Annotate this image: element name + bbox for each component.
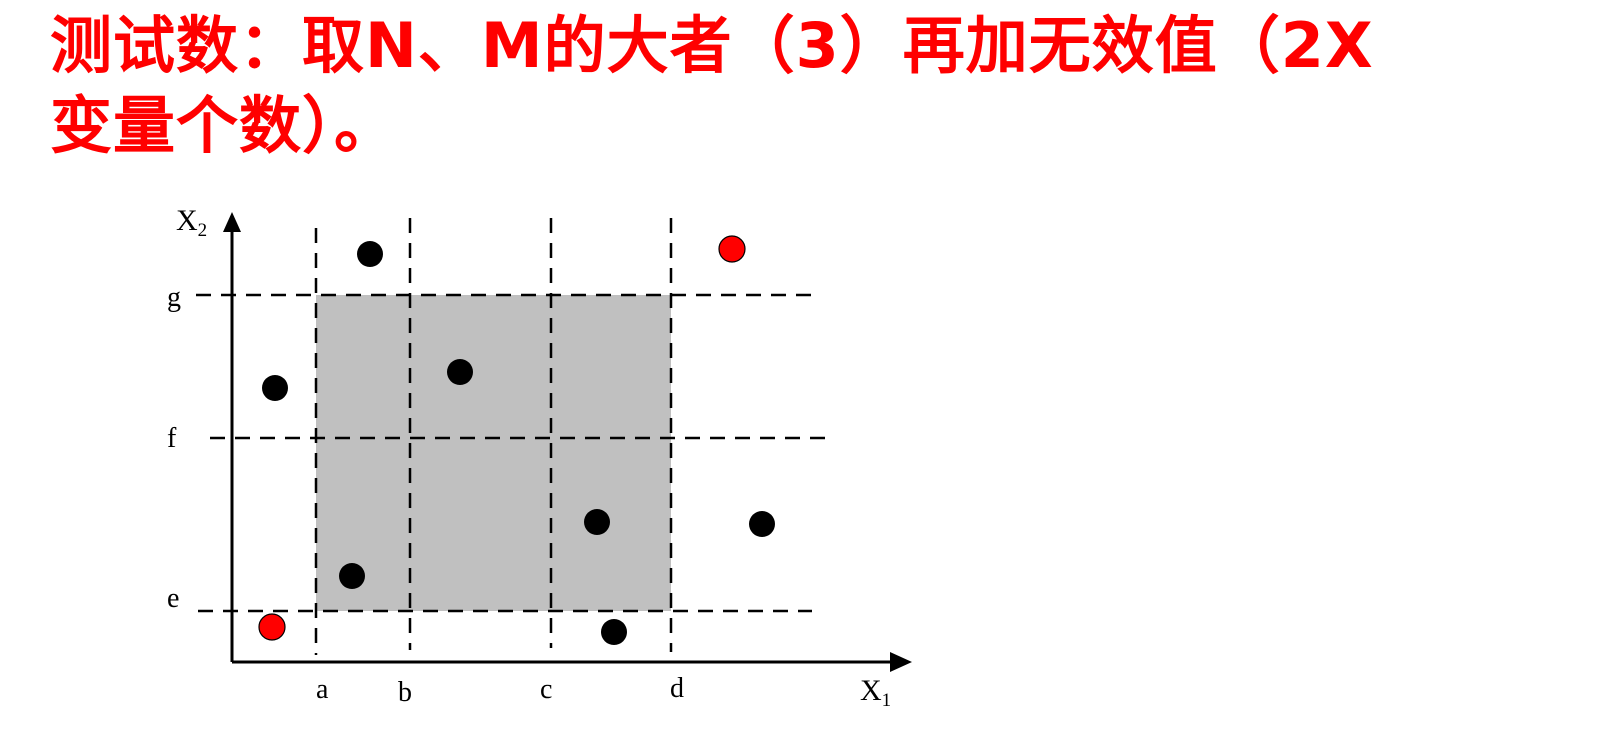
test-point bbox=[601, 619, 627, 645]
y-axis-label: X2 bbox=[176, 204, 207, 241]
boundary-value-diagram: X2 X1 a b c d e f g bbox=[167, 204, 912, 711]
test-point bbox=[339, 563, 365, 589]
tick-label-e: e bbox=[167, 583, 179, 614]
x-axis-label-main: X bbox=[860, 674, 882, 707]
tick-label-c: c bbox=[540, 674, 552, 705]
y-axis-label-sub: 2 bbox=[198, 220, 208, 241]
y-axis-label-main: X bbox=[176, 204, 198, 237]
test-point bbox=[262, 375, 288, 401]
tick-label-b: b bbox=[398, 677, 412, 708]
test-point bbox=[357, 241, 383, 267]
y-axis-arrow bbox=[223, 212, 241, 232]
x-axis-label: X1 bbox=[860, 674, 891, 711]
x-axis-label-sub: 1 bbox=[882, 690, 892, 711]
tick-label-g: g bbox=[167, 282, 181, 313]
x-axis-arrow bbox=[890, 652, 912, 672]
tick-label-d: d bbox=[670, 673, 684, 704]
tick-label-f: f bbox=[167, 423, 177, 454]
invalid-test-point bbox=[718, 235, 746, 263]
test-point bbox=[447, 359, 473, 385]
invalid-test-point bbox=[258, 613, 286, 641]
test-point bbox=[584, 509, 610, 535]
tick-label-a: a bbox=[316, 674, 329, 705]
valid-domain-region bbox=[316, 295, 671, 611]
test-point bbox=[749, 511, 775, 537]
